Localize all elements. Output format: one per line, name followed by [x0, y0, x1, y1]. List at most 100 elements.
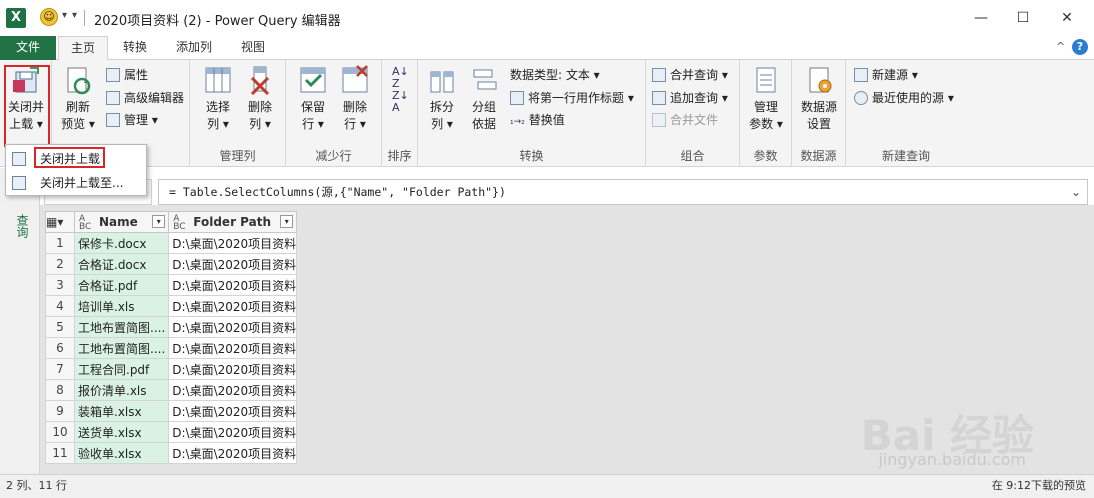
merge-queries-icon: [652, 68, 666, 82]
customize-toolbar-icon[interactable]: ▾: [72, 10, 77, 21]
choose-columns-button[interactable]: 选择 列 ▾: [200, 64, 236, 133]
close-load-to-icon: [12, 176, 26, 190]
folder-path-cell[interactable]: D:\桌面\2020项目资料\: [168, 442, 298, 464]
refresh-label-2: 预览: [61, 117, 86, 131]
new-query-group-label: 新建查询: [881, 149, 930, 163]
properties-button[interactable]: 属性: [106, 65, 148, 85]
folder-path-cell[interactable]: D:\桌面\2020项目资料\: [168, 337, 298, 359]
recent-sources-button[interactable]: 最近使用的源 ▾: [854, 88, 954, 108]
column-header-folder-path[interactable]: A BC Folder Path ▾: [168, 211, 298, 233]
name-cell[interactable]: 保修卡.docx: [73, 232, 170, 254]
folder-path-cell[interactable]: D:\桌面\2020项目资料\: [168, 274, 298, 296]
help-icon[interactable]: ?: [1072, 39, 1088, 55]
folder-path-cell[interactable]: D:\桌面\2020项目资料\: [168, 232, 298, 254]
folder-path-cell[interactable]: D:\桌面\2020项目资料\: [168, 358, 298, 380]
combine-group-label: 组合: [680, 149, 705, 163]
manage-icon: [106, 113, 120, 127]
name-cell[interactable]: 送货单.xlsx: [73, 421, 170, 443]
merge-queries-button[interactable]: 合并查询 ▾: [652, 65, 728, 85]
split-column-button[interactable]: 拆分 列 ▾: [424, 64, 460, 133]
table-row[interactable]: 2 合格证.docx D:\桌面\2020项目资料\: [45, 253, 298, 275]
table-row[interactable]: 8 报价清单.xls D:\桌面\2020项目资料\: [45, 379, 298, 401]
group-parameters: 管理 参数 ▾ 参数: [740, 60, 792, 167]
table-row[interactable]: 9 装箱单.xlsx D:\桌面\2020项目资料\: [45, 400, 298, 422]
name-cell[interactable]: 合格证.docx: [73, 253, 170, 275]
group-by-button[interactable]: 分组 依据: [466, 64, 502, 133]
filter-dropdown-icon[interactable]: ▾: [280, 215, 294, 228]
text-type-icon[interactable]: A BC: [79, 215, 91, 232]
keep-rows-button[interactable]: 保留 行 ▾: [294, 64, 332, 133]
baidu-watermark-url: jingyan.baidu.com: [878, 450, 1026, 469]
table-row[interactable]: 7 工程合同.pdf D:\桌面\2020项目资料\: [45, 358, 298, 380]
replace-values-label: 替换值: [528, 113, 565, 127]
table-row[interactable]: 6 工地布置简图.... D:\桌面\2020项目资料\: [45, 337, 298, 359]
data-source-settings-button[interactable]: 数据源 设置: [798, 64, 840, 133]
name-cell[interactable]: 验收单.xlsx: [73, 442, 170, 464]
status-row-count: 2 列、11 行: [6, 479, 67, 492]
folder-path-cell[interactable]: D:\桌面\2020项目资料\: [168, 400, 298, 422]
tab-home[interactable]: 主页: [58, 36, 108, 61]
text-type-icon[interactable]: A BC: [173, 215, 185, 232]
name-cell[interactable]: 工地布置简图....: [73, 337, 170, 359]
tab-add-column[interactable]: 添加列: [166, 36, 222, 60]
sort-ascending-icon[interactable]: A↓ Z: [392, 66, 409, 90]
name-cell[interactable]: 合格证.pdf: [73, 274, 170, 296]
use-first-row-headers-button[interactable]: 将第一行用作标题 ▾: [510, 88, 634, 108]
folder-path-cell[interactable]: D:\桌面\2020项目资料\: [168, 295, 298, 317]
name-cell[interactable]: 装箱单.xlsx: [73, 400, 170, 422]
data-type-dropdown[interactable]: 数据类型: 文本 ▾: [510, 65, 600, 85]
new-source-button[interactable]: 新建源 ▾: [854, 65, 918, 85]
name-cell[interactable]: 工地布置简图....: [73, 316, 170, 338]
folder-path-cell[interactable]: D:\桌面\2020项目资料\: [168, 316, 298, 338]
table-row[interactable]: 4 培训单.xls D:\桌面\2020项目资料\: [45, 295, 298, 317]
manage-button[interactable]: 管理 ▾: [106, 110, 158, 130]
chevron-down-icon[interactable]: ▾: [62, 10, 67, 21]
folder-path-cell[interactable]: D:\桌面\2020项目资料\: [168, 253, 298, 275]
name-cell[interactable]: 工程合同.pdf: [73, 358, 170, 380]
table-row[interactable]: 5 工地布置简图.... D:\桌面\2020项目资料\: [45, 316, 298, 338]
advanced-editor-label: 高级编辑器: [124, 91, 185, 105]
advanced-editor-button[interactable]: 高级编辑器: [106, 88, 184, 108]
minimize-button[interactable]: —: [958, 4, 1004, 32]
remove-columns-button[interactable]: 删除 列 ▾: [242, 64, 278, 133]
column-header-folder-path-label: Folder Path: [193, 215, 272, 229]
table-row[interactable]: 3 合格证.pdf D:\桌面\2020项目资料\: [45, 274, 298, 296]
column-header-name[interactable]: A BC Name ▾: [73, 211, 170, 233]
remove-rows-button[interactable]: 删除 行 ▾: [336, 64, 374, 133]
table-row[interactable]: 11 验收单.xlsx D:\桌面\2020项目资料\: [45, 442, 298, 464]
close-button[interactable]: ✕: [1044, 4, 1090, 32]
table-menu-button[interactable]: ▦▾: [45, 211, 75, 233]
manage-parameters-button[interactable]: 管理 参数 ▾: [746, 64, 786, 133]
menu-item-close-load-to[interactable]: 关闭并上载至...: [6, 171, 146, 195]
group-sort: A↓ Z Z↓ A 排序: [382, 60, 418, 167]
collapse-ribbon-icon[interactable]: ^: [1056, 40, 1065, 53]
table-row[interactable]: 10 送货单.xlsx D:\桌面\2020项目资料\: [45, 421, 298, 443]
queries-pane[interactable]: 查询: [0, 168, 40, 474]
tab-transform[interactable]: 转换: [112, 36, 158, 60]
row-number: 5: [45, 316, 75, 338]
smiley-feedback-icon[interactable]: ☺: [40, 8, 58, 26]
data-source-settings-icon: [803, 64, 835, 96]
data-table: ▦▾ A BC Name ▾ A BC Folder Path ▾ 1 保修卡.doc…: [45, 211, 298, 464]
expand-formula-icon[interactable]: ⌄: [1071, 180, 1081, 204]
parameters-group-label: 参数: [753, 149, 778, 163]
folder-path-cell[interactable]: D:\桌面\2020项目资料\: [168, 379, 298, 401]
manage-parameters-icon: [750, 64, 782, 96]
replace-values-button[interactable]: ₁→₂ 替换值: [510, 110, 565, 130]
name-cell[interactable]: 报价清单.xls: [73, 379, 170, 401]
append-queries-button[interactable]: 追加查询 ▾: [652, 88, 728, 108]
maximize-button[interactable]: ☐: [1000, 4, 1046, 32]
row-number: 10: [45, 421, 75, 443]
tab-file[interactable]: 文件: [0, 36, 56, 60]
formula-bar[interactable]: = Table.SelectColumns(源,{"Name", "Folder…: [158, 179, 1088, 205]
folder-path-cell[interactable]: D:\桌面\2020项目资料\: [168, 421, 298, 443]
table-row[interactable]: 1 保修卡.docx D:\桌面\2020项目资料\: [45, 232, 298, 254]
filter-dropdown-icon[interactable]: ▾: [152, 215, 166, 228]
tab-view[interactable]: 视图: [230, 36, 276, 60]
highlight-close-load: [4, 65, 50, 147]
sort-descending-icon[interactable]: Z↓ A: [392, 90, 409, 114]
title-bar: X ☺ ▾ ▾ 2020项目资料 (2) - Power Query 编辑器 —…: [0, 0, 1094, 36]
name-cell[interactable]: 培训单.xls: [73, 295, 170, 317]
choose-columns-icon: [202, 64, 234, 96]
refresh-preview-button[interactable]: 刷新 预览 ▾: [58, 64, 98, 133]
